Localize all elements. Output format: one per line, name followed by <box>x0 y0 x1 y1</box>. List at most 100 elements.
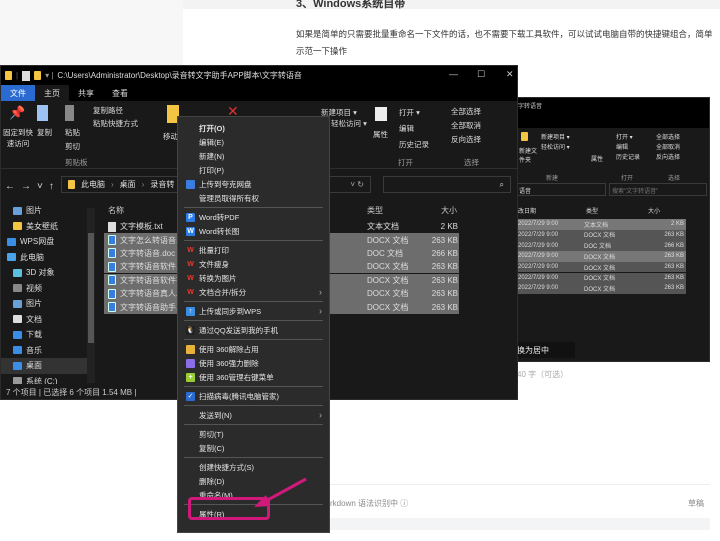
paste-shortcut-button[interactable]: 粘贴快捷方式 <box>93 118 138 129</box>
file-row[interactable]: 2022/7/29 9:00 DOCX 文档 263 KB <box>516 251 686 262</box>
menu-item[interactable]: W 文件瘦身 <box>178 257 329 271</box>
breadcrumb-item[interactable]: 桌面 <box>120 179 136 190</box>
file-row[interactable]: 2022/7/29 9:00 DOCX 文档 263 KB <box>516 261 686 273</box>
history-button[interactable]: 历史记录 <box>399 139 429 150</box>
properties-button[interactable]: 属性 <box>373 129 388 140</box>
sidebar-item[interactable]: 下载 <box>1 327 89 343</box>
menu-item[interactable]: 上传到夸克网盘 <box>178 177 329 191</box>
menu-item[interactable]: ↑ 上传或同步到WPS › <box>178 304 329 318</box>
breadcrumb-item[interactable]: 此电脑 <box>81 179 105 190</box>
menu-item[interactable]: 使用 360解除占用 <box>178 342 329 356</box>
sidebar-item[interactable]: 图片 <box>1 203 89 219</box>
column-size[interactable]: 大小 <box>648 206 660 215</box>
tab-view[interactable]: 查看 <box>103 85 137 101</box>
column-type[interactable]: 类型 <box>586 206 598 215</box>
invert-selection-button[interactable]: 反向选择 <box>451 134 481 145</box>
menu-item[interactable]: 🐧 通过QQ发送到我的手机 <box>178 323 329 337</box>
menu-item[interactable]: 打开(O) <box>178 121 329 135</box>
sidebar-item[interactable]: 美女壁纸 <box>1 219 89 235</box>
edit-button[interactable]: 编辑 <box>616 142 628 151</box>
invert-selection-button[interactable]: 反向选择 <box>656 152 680 161</box>
edit-button[interactable]: 编辑 <box>399 123 414 134</box>
menu-item[interactable]: 使用 360强力删除 <box>178 356 329 370</box>
file-row[interactable]: 2022/7/29 9:00 DOCX 文档 263 KB <box>516 229 686 241</box>
folder-icon <box>13 222 22 231</box>
menu-item[interactable]: 编辑(E) <box>178 135 329 149</box>
easy-access-button[interactable]: 轻松访问 ▾ <box>331 118 367 129</box>
menu-item[interactable]: 发送到(N) › <box>178 408 329 422</box>
open-button[interactable]: 打开 ▾ <box>616 132 633 141</box>
column-name[interactable]: 名称 <box>108 205 124 216</box>
article-paragraph[interactable]: 如果是简单的只需要批量重命名一下文件的话，也不需要下载工具软件，可以试试电脑自带… <box>296 26 716 60</box>
menu-item[interactable]: W Word转长图 <box>178 224 329 238</box>
sidebar-item-label: 音乐 <box>26 345 42 355</box>
paste-button[interactable]: 粘贴 <box>65 127 80 138</box>
menu-item[interactable]: W 文档合并/拆分 › <box>178 285 329 299</box>
properties-icon[interactable] <box>22 70 31 81</box>
blank-icon <box>186 152 195 161</box>
sidebar-item[interactable]: 音乐 <box>1 343 89 359</box>
easy-access-button[interactable]: 轻松访问 ▾ <box>541 142 570 151</box>
menu-item[interactable]: 新建(N) <box>178 149 329 163</box>
sidebar-item[interactable]: 图片 <box>1 296 89 312</box>
new-folder-icon[interactable] <box>34 71 42 80</box>
pin-quick-access-button[interactable]: 固定到快速访问 <box>1 127 35 149</box>
nav-buttons[interactable]: ←→˅↑ <box>5 181 60 192</box>
sidebar-item-label: 此电脑 <box>20 252 44 262</box>
copy-path-button[interactable]: 复制路径 <box>93 105 123 116</box>
file-row[interactable]: 2022/7/29 9:00 DOCX 文档 263 KB <box>516 283 686 294</box>
sidebar-scrollbar[interactable] <box>87 208 95 383</box>
menu-item-label: 删除(D) <box>199 476 225 486</box>
menu-item[interactable]: ✓ 扫描病毒(腾讯电脑管家) <box>178 389 329 403</box>
menu-item-label: 文档合并/拆分 <box>199 287 247 297</box>
select-none-button[interactable]: 全部取消 <box>451 120 481 131</box>
menu-item[interactable]: 创建快捷方式(S) <box>178 460 329 474</box>
file-row[interactable]: 2022/7/29 9:00 DOC 文档 266 KB <box>516 240 686 251</box>
menu-item[interactable]: 复制(C) <box>178 441 329 455</box>
refresh-icon[interactable]: ˅ ↻ <box>350 180 364 189</box>
search-box[interactable]: 搜索"文字转语音" <box>609 183 707 196</box>
select-none-button[interactable]: 全部取消 <box>656 142 680 151</box>
select-all-button[interactable]: 全部选择 <box>656 132 680 141</box>
sidebar-item[interactable]: 文档 <box>1 312 89 328</box>
sidebar-item[interactable]: 此电脑 <box>1 250 89 266</box>
menu-item[interactable]: + 使用 360管理右键菜单 <box>178 370 329 384</box>
tab-home[interactable]: 主页 <box>35 85 69 101</box>
new-item-button[interactable]: 新建项目 ▾ <box>541 132 570 141</box>
draft-label[interactable]: 草稿 <box>688 498 704 509</box>
tab-share[interactable]: 共享 <box>69 85 103 101</box>
new-folder-button[interactable]: 新建文件夹 <box>519 146 539 164</box>
select-all-button[interactable]: 全部选择 <box>451 106 481 117</box>
minimize-button[interactable]: — <box>449 69 458 79</box>
menu-item[interactable]: W 转换为图片 <box>178 271 329 285</box>
menu-item[interactable]: 剪切(T) <box>178 427 329 441</box>
address-bar[interactable]: 语音 <box>516 183 606 196</box>
menu-item[interactable]: P Word转PDF <box>178 210 329 224</box>
close-button[interactable]: ✕ <box>506 69 514 80</box>
article-heading: 3、Windows系统自带 <box>296 0 406 9</box>
sidebar-item[interactable]: WPS网盘 <box>1 234 89 250</box>
move-button[interactable]: 移动 <box>163 131 178 142</box>
file-row[interactable]: 2022/7/29 9:00 文本文档 2 KB <box>516 219 686 230</box>
properties-button[interactable]: 属性 <box>591 154 603 163</box>
cut-button[interactable]: 剪切 <box>65 141 80 152</box>
sidebar-item[interactable]: 视频 <box>1 281 89 297</box>
column-size[interactable]: 大小 <box>441 205 457 216</box>
history-button[interactable]: 历史记录 <box>616 152 640 161</box>
column-date[interactable]: 改日期 <box>518 206 536 215</box>
open-button[interactable]: 打开 ▾ <box>399 107 420 118</box>
search-box[interactable]: ⌕ <box>383 176 511 193</box>
breadcrumb-item[interactable]: 录音转 <box>150 179 174 190</box>
sidebar-item[interactable]: 3D 对象 <box>1 265 89 281</box>
maximize-button[interactable]: ☐ <box>477 69 485 80</box>
picture-icon <box>13 299 22 308</box>
sidebar-item[interactable]: 桌面 <box>1 358 89 374</box>
explorer-window-secondary[interactable]: 字转语音 新建文件夹 新建项目 ▾ 轻松访问 ▾ 属性 打开 ▾ 编辑 历史记录… <box>515 97 710 362</box>
column-type[interactable]: 类型 <box>367 205 383 216</box>
menu-item[interactable]: 管理员取得所有权 <box>178 191 329 205</box>
file-row[interactable]: 2022/7/29 9:00 DOCX 文档 263 KB <box>516 272 686 283</box>
copy-button[interactable]: 复制 <box>37 127 52 138</box>
tab-file[interactable]: 文件 <box>1 85 35 101</box>
menu-item[interactable]: W 批量打印 <box>178 243 329 257</box>
menu-item[interactable]: 打印(P) <box>178 163 329 177</box>
